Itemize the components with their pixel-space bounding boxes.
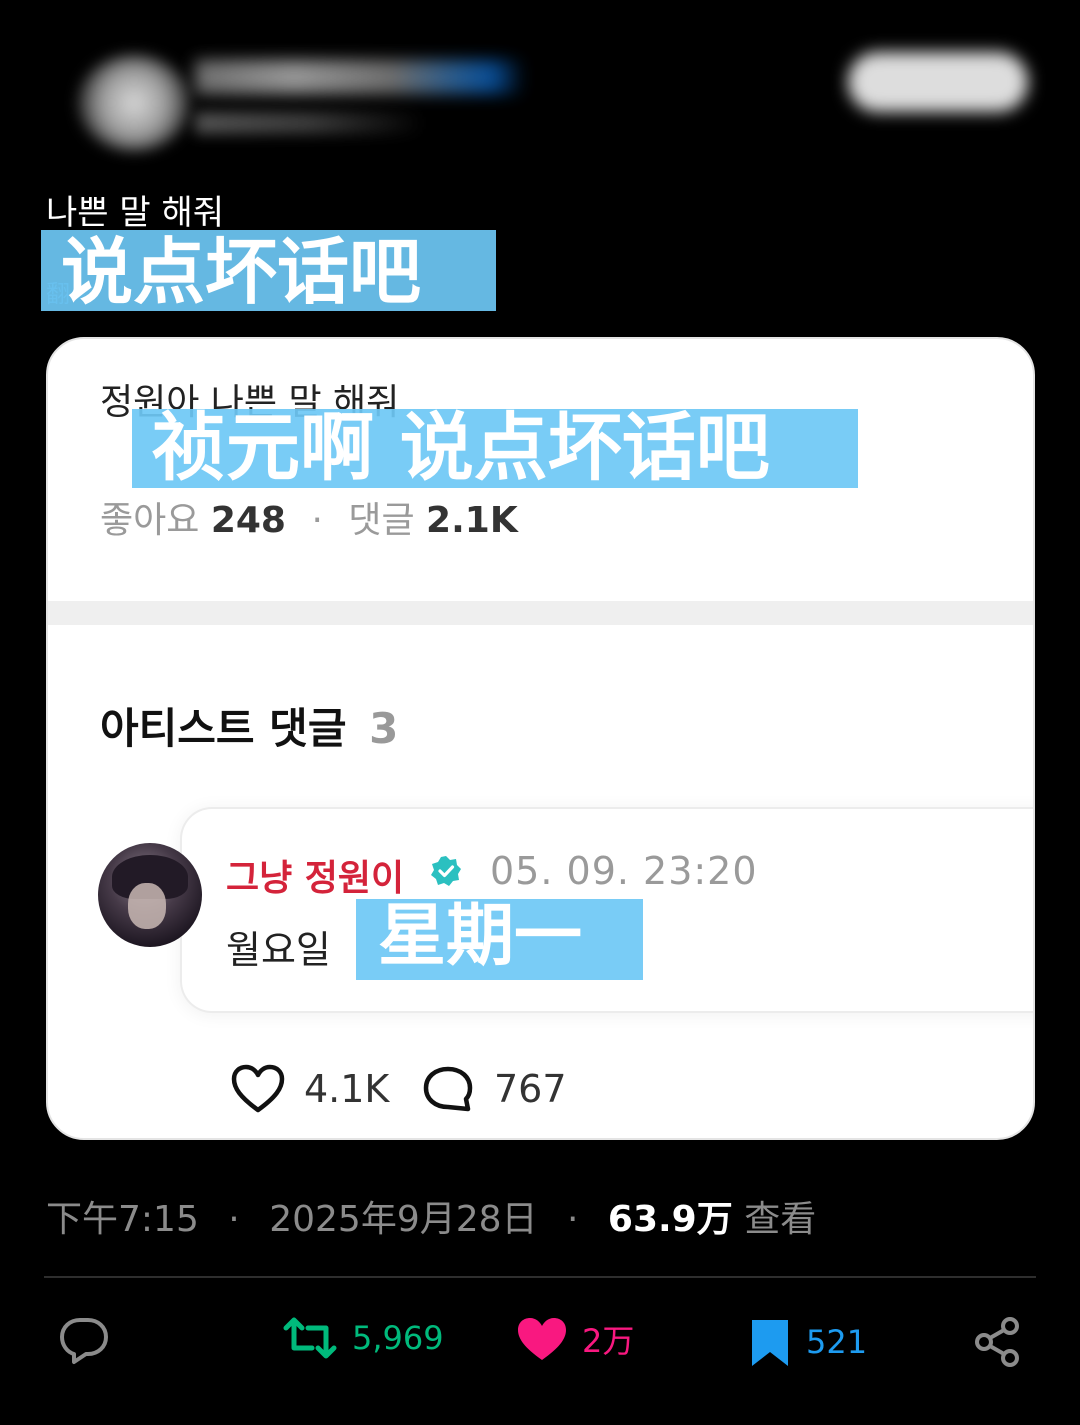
likes-label: 좋아요	[100, 500, 200, 541]
tweet-date: 2025年9月28日	[269, 1199, 538, 1240]
reply-icon	[60, 1318, 108, 1364]
comment-timestamp: 05. 09. 23:20	[490, 849, 758, 893]
views-label: 查看	[744, 1199, 817, 1240]
post-title-translation-overlay: 祯元啊 说点坏话吧	[132, 409, 858, 488]
post-stats: 좋아요 248 · 댓글 2.1K	[100, 491, 518, 543]
speech-bubble-icon	[423, 1066, 473, 1112]
retweet-count: 5,969	[352, 1319, 444, 1357]
section-title: 아티스트 댓글	[100, 704, 347, 753]
section-divider	[48, 601, 1033, 625]
comment-text: 월요일	[226, 928, 331, 972]
author-handle-blurred	[195, 112, 425, 134]
retweet-button[interactable]: 5,969	[282, 1316, 444, 1360]
divider	[44, 1276, 1036, 1278]
like-button[interactable]: 2万	[516, 1316, 634, 1362]
bookmark-count: 521	[806, 1323, 868, 1361]
translation-overlay: 说点坏话吧	[41, 230, 496, 311]
verified-badge-icon	[431, 856, 461, 886]
views-count[interactable]: 63.9万	[608, 1199, 733, 1240]
share-icon	[975, 1317, 1019, 1367]
heart-filled-icon	[518, 1318, 566, 1360]
tweet-text: 나쁜 말 해줘	[46, 193, 225, 233]
author-name-blurred[interactable]	[195, 60, 525, 94]
comment-reply-button[interactable]: 767	[420, 1063, 567, 1115]
like-count: 2万	[582, 1322, 635, 1360]
comment-reply-count: 767	[494, 1067, 567, 1111]
likes-value: 248	[210, 500, 286, 541]
reply-button[interactable]	[58, 1316, 124, 1366]
comments-value: 2.1K	[426, 500, 518, 541]
avatar-face	[128, 883, 166, 929]
share-button[interactable]	[972, 1316, 1036, 1368]
tweet-time: 下午7:15	[46, 1199, 199, 1240]
comment-translation-overlay: 星期一	[356, 899, 643, 980]
commenter-name[interactable]: 그냥 정원이	[226, 849, 404, 901]
author-avatar-blurred[interactable]	[78, 55, 190, 151]
meta-separator: ·	[567, 1199, 579, 1240]
section-count: 3	[369, 704, 399, 753]
bookmark-icon	[752, 1320, 788, 1366]
meta-separator: ·	[228, 1199, 240, 1240]
commenter-avatar[interactable]	[98, 843, 202, 947]
retweet-icon	[283, 1317, 337, 1359]
comments-label: 댓글	[348, 500, 415, 541]
stats-separator: ·	[311, 500, 323, 541]
tweet-metadata: 下午7:15 · 2025年9月28日 · 63.9万 查看	[46, 1190, 816, 1242]
follow-button-blurred[interactable]	[848, 52, 1028, 112]
bookmark-button[interactable]: 521	[748, 1316, 867, 1368]
embedded-image-card[interactable]: 정원아 나쁜 말 해줘 祯元啊 说点坏话吧 좋아요 248 · 댓글 2.1K …	[46, 337, 1035, 1140]
comment-like-count: 4.1K	[304, 1067, 390, 1111]
heart-outline-icon	[231, 1064, 285, 1113]
artist-comments-heading: 아티스트 댓글 3	[100, 695, 398, 756]
comment-like-button[interactable]: 4.1K	[230, 1063, 389, 1115]
